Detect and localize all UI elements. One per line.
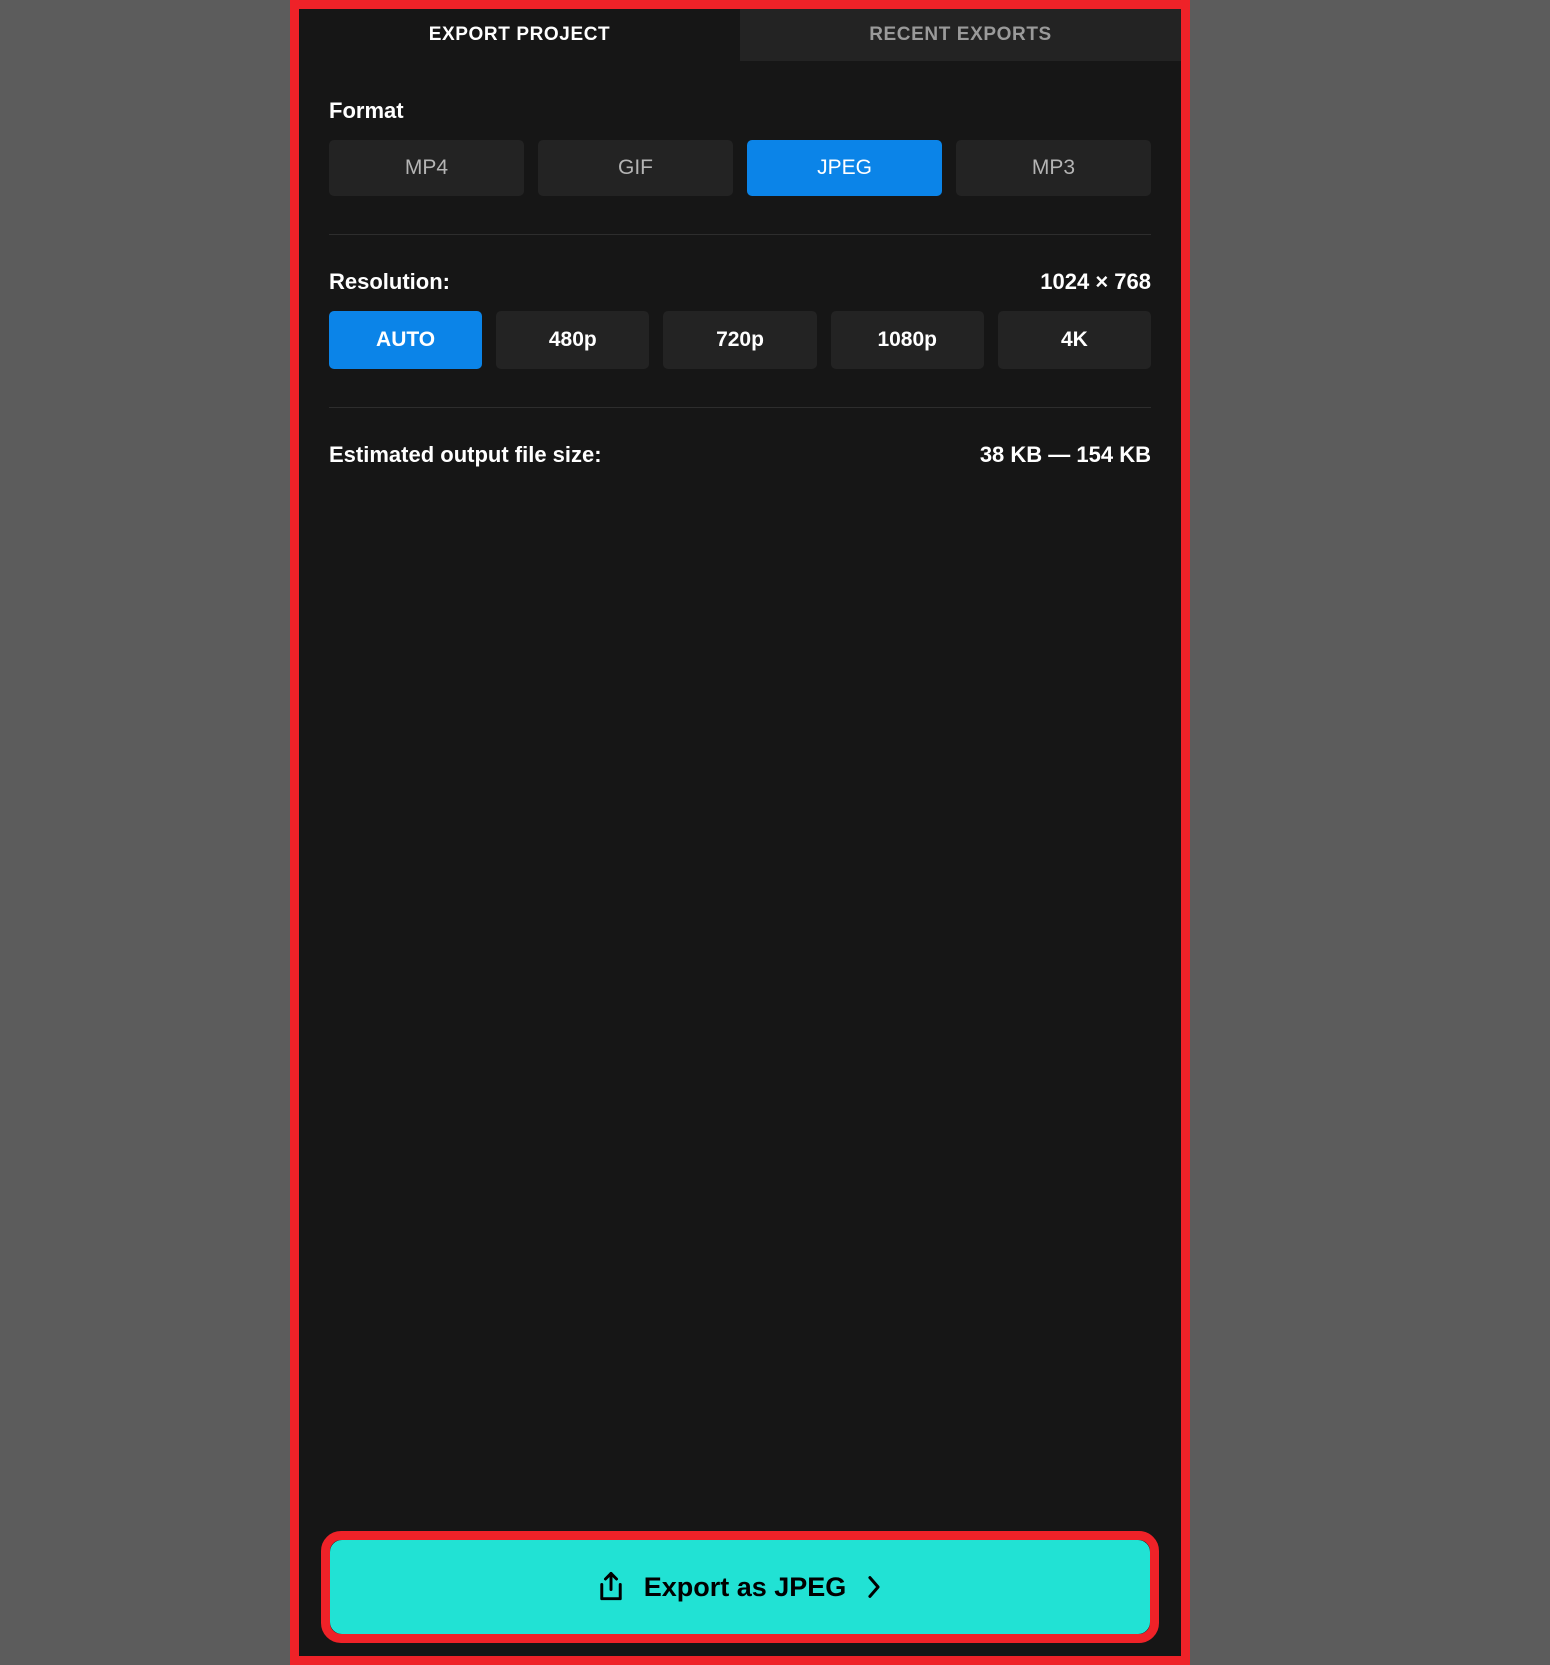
- tab-bar: EXPORT PROJECT RECENT EXPORTS: [299, 9, 1181, 61]
- panel-body: Format MP4 GIF JPEG MP3 Resolution: 1024…: [299, 98, 1181, 468]
- resolution-option-4k[interactable]: 4K: [997, 311, 1152, 369]
- format-option-gif[interactable]: GIF: [538, 140, 733, 196]
- resolution-value: 1024 × 768: [1040, 269, 1151, 294]
- share-upload-icon: [596, 1571, 626, 1603]
- format-option-jpeg[interactable]: JPEG: [747, 140, 942, 196]
- format-section-label: Format: [329, 98, 404, 123]
- format-option-mp4[interactable]: MP4: [329, 140, 524, 196]
- export-button-highlight: Export as JPEG: [321, 1531, 1159, 1643]
- resolution-option-auto[interactable]: AUTO: [329, 311, 483, 369]
- filesize-row: Estimated output file size: 38 KB — 154 …: [329, 442, 1151, 468]
- filesize-value: 38 KB — 154 KB: [979, 442, 1151, 467]
- tab-recent-exports-label: RECENT EXPORTS: [869, 24, 1052, 45]
- resolution-label: Resolution:: [329, 269, 450, 294]
- resolution-option-480p-label: 480p: [548, 328, 597, 351]
- resolution-option-720p[interactable]: 720p: [663, 311, 817, 369]
- export-as-jpeg-button[interactable]: Export as JPEG: [330, 1540, 1150, 1634]
- divider-resolution-filesize: [329, 407, 1151, 408]
- resolution-options-row: AUTO 480p 720p 1080p 4K: [329, 311, 1152, 369]
- tab-export-project-label: EXPORT PROJECT: [428, 24, 611, 45]
- format-option-mp3[interactable]: MP3: [956, 140, 1151, 196]
- export-footer: Export as JPEG: [299, 1531, 1181, 1665]
- format-option-mp3-label: MP3: [1031, 156, 1076, 179]
- resolution-option-1080p[interactable]: 1080p: [830, 311, 984, 369]
- tab-recent-exports[interactable]: RECENT EXPORTS: [740, 9, 1181, 61]
- format-option-jpeg-label: JPEG: [817, 156, 872, 179]
- resolution-header-row: Resolution: 1024 × 768: [329, 269, 1151, 295]
- export-button-label: Export as JPEG: [643, 1571, 847, 1602]
- format-option-gif-label: GIF: [618, 156, 653, 179]
- resolution-option-auto-label: AUTO: [376, 328, 436, 351]
- resolution-option-480p[interactable]: 480p: [496, 311, 650, 369]
- resolution-option-720p-label: 720p: [716, 328, 764, 351]
- resolution-option-1080p-label: 1080p: [877, 328, 937, 351]
- panel-highlight-top-edge: [290, 0, 1190, 9]
- format-option-mp4-label: MP4: [404, 156, 449, 179]
- screen-root: EXPORT PROJECT RECENT EXPORTS Format MP4…: [0, 0, 1550, 1665]
- format-options-row: MP4 GIF JPEG MP3: [329, 140, 1151, 196]
- tab-export-project[interactable]: EXPORT PROJECT: [299, 9, 740, 61]
- resolution-option-4k-label: 4K: [1060, 328, 1088, 351]
- chevron-right-icon: [864, 1573, 884, 1601]
- divider-format-resolution: [329, 234, 1151, 235]
- filesize-label: Estimated output file size:: [329, 442, 602, 467]
- export-panel: EXPORT PROJECT RECENT EXPORTS Format MP4…: [299, 9, 1181, 1665]
